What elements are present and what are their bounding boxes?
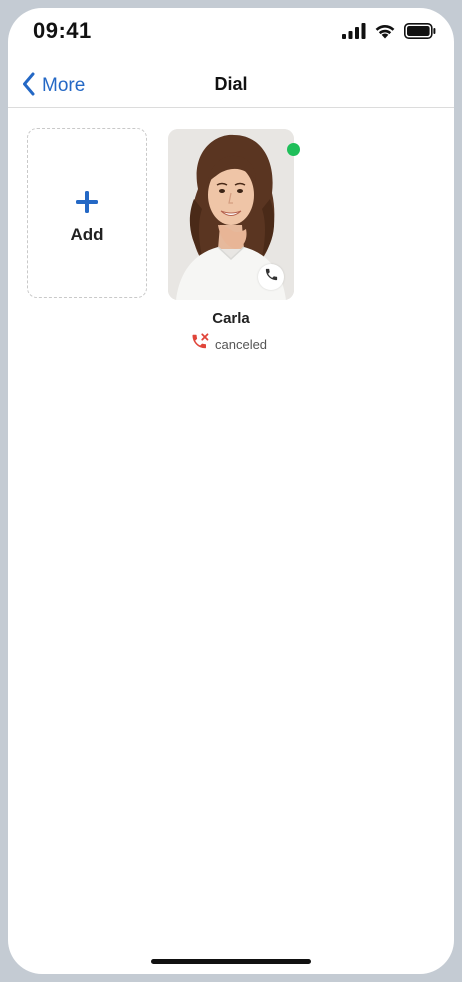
wifi-icon: [374, 23, 396, 39]
status-icons: [342, 22, 436, 40]
navigation-bar: More Dial: [8, 64, 454, 108]
call-button[interactable]: [258, 264, 284, 290]
plus-icon: [76, 191, 98, 218]
battery-icon: [404, 23, 436, 39]
contact-card[interactable]: Carla canceled: [168, 129, 300, 352]
status-bar: 09:41: [8, 8, 454, 54]
call-status: canceled: [191, 333, 267, 355]
contact-name: Carla: [212, 310, 250, 327]
cellular-signal-icon: [342, 23, 366, 39]
add-label: Add: [70, 225, 104, 244]
status-time: 09:41: [33, 18, 92, 43]
online-status-indicator: [287, 143, 300, 156]
phone-icon: [264, 267, 279, 287]
add-participant-button[interactable]: Add: [27, 128, 147, 298]
home-indicator[interactable]: [151, 959, 311, 964]
phone-screen: 09:41 More Dial Add Carla canceled: [8, 8, 454, 974]
missed-call-icon: [191, 333, 209, 355]
call-status-text: canceled: [215, 336, 268, 352]
page-title: Dial: [214, 74, 248, 94]
